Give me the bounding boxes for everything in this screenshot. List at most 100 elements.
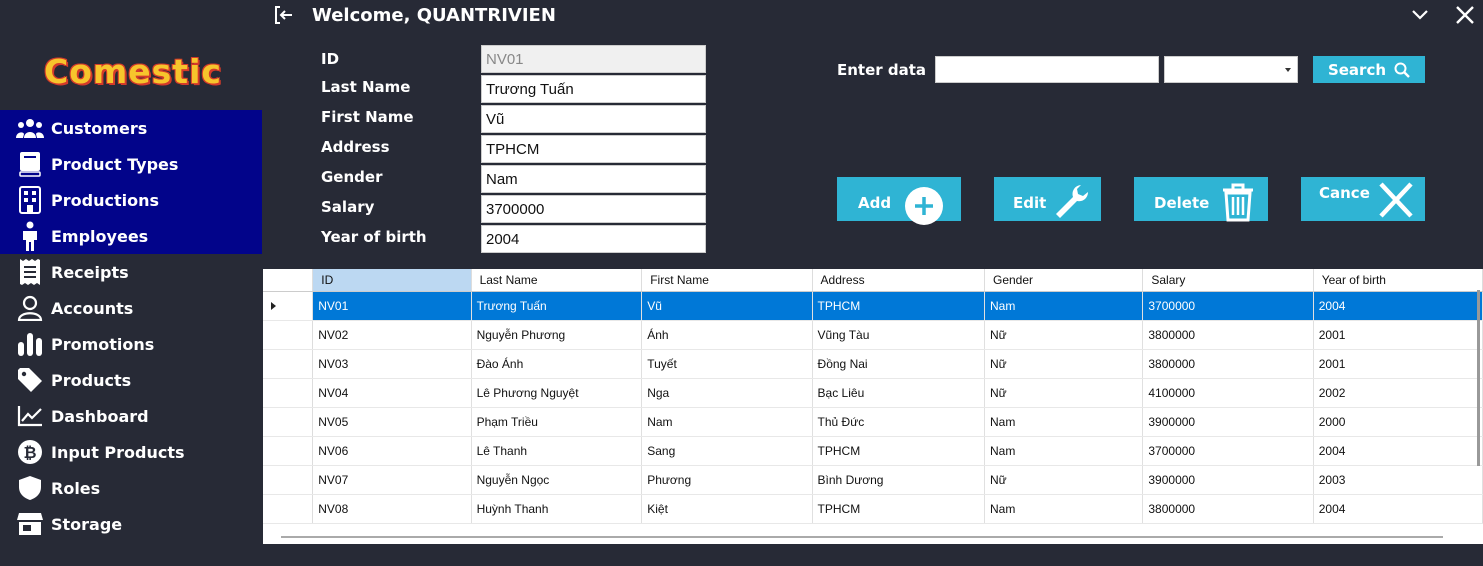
table-row[interactable]: NV02 Nguyễn Phương Ánh Vũng Tàu Nữ 38000… bbox=[263, 320, 1483, 350]
cell-last-name[interactable]: Trương Tuấn bbox=[471, 291, 643, 321]
sidebar-item-employees[interactable]: Employees bbox=[0, 218, 262, 254]
cell-id[interactable]: NV03 bbox=[312, 349, 472, 379]
row-header[interactable] bbox=[263, 494, 314, 524]
cell-id[interactable]: NV02 bbox=[312, 320, 472, 350]
cell-year-of-birth[interactable]: 2004 bbox=[1313, 291, 1483, 321]
column-header-id[interactable]: ID bbox=[312, 269, 472, 292]
edit-button[interactable]: Edit bbox=[994, 177, 1101, 221]
gender-field[interactable] bbox=[481, 165, 706, 193]
cell-id[interactable]: NV08 bbox=[312, 494, 472, 524]
last-name-field[interactable] bbox=[481, 75, 706, 103]
cell-address[interactable]: TPHCM bbox=[812, 494, 985, 524]
cell-id[interactable]: NV07 bbox=[312, 465, 472, 495]
column-header-year-of-birth[interactable]: Year of birth bbox=[1313, 269, 1483, 292]
sidebar-item-accounts[interactable]: Accounts bbox=[0, 290, 262, 326]
cell-first-name[interactable]: Sang bbox=[641, 436, 813, 466]
cell-first-name[interactable]: Nga bbox=[641, 378, 813, 408]
sidebar-item-product-types[interactable]: Product Types bbox=[0, 146, 262, 182]
cell-id[interactable]: NV04 bbox=[312, 378, 472, 408]
row-header[interactable] bbox=[263, 320, 314, 350]
cell-first-name[interactable]: Kiệt bbox=[641, 494, 813, 524]
table-row[interactable]: NV05 Phạm Triều Nam Thủ Đức Nam 3900000 … bbox=[263, 407, 1483, 437]
cell-address[interactable]: TPHCM bbox=[812, 436, 985, 466]
salary-field[interactable] bbox=[481, 195, 706, 223]
address-field[interactable] bbox=[481, 135, 706, 163]
cell-salary[interactable]: 3800000 bbox=[1142, 349, 1314, 379]
cell-gender[interactable]: Nữ bbox=[984, 349, 1144, 379]
cell-year-of-birth[interactable]: 2004 bbox=[1313, 436, 1483, 466]
cell-first-name[interactable]: Nam bbox=[641, 407, 813, 437]
cell-gender[interactable]: Nam bbox=[984, 494, 1144, 524]
cell-salary[interactable]: 3900000 bbox=[1142, 465, 1314, 495]
table-row[interactable]: NV04 Lê Phương Nguyệt Nga Bạc Liêu Nữ 41… bbox=[263, 378, 1483, 408]
minimize-chevron-icon[interactable] bbox=[1409, 4, 1431, 26]
cell-salary[interactable]: 3700000 bbox=[1142, 291, 1314, 321]
cell-id[interactable]: NV06 bbox=[312, 436, 472, 466]
id-field[interactable] bbox=[481, 45, 706, 73]
table-row[interactable]: NV06 Lê Thanh Sang TPHCM Nam 3700000 200… bbox=[263, 436, 1483, 466]
cell-last-name[interactable]: Nguyễn Phương bbox=[471, 320, 643, 350]
cell-address[interactable]: Bạc Liêu bbox=[812, 378, 985, 408]
cell-salary[interactable]: 3800000 bbox=[1142, 494, 1314, 524]
cell-salary[interactable]: 3700000 bbox=[1142, 436, 1314, 466]
cell-gender[interactable]: Nam bbox=[984, 291, 1144, 321]
table-row[interactable]: NV01 Trương Tuấn Vũ TPHCM Nam 3700000 20… bbox=[263, 291, 1483, 321]
cell-last-name[interactable]: Đào Ánh bbox=[471, 349, 643, 379]
search-input[interactable] bbox=[935, 56, 1159, 83]
logout-icon[interactable] bbox=[273, 4, 295, 26]
cell-gender[interactable]: Nữ bbox=[984, 320, 1144, 350]
sidebar-item-roles[interactable]: Roles bbox=[0, 470, 262, 506]
cancel-button[interactable]: Cance bbox=[1301, 177, 1425, 221]
cell-first-name[interactable]: Phương bbox=[641, 465, 813, 495]
column-header-gender[interactable]: Gender bbox=[984, 269, 1144, 292]
cell-year-of-birth[interactable]: 2004 bbox=[1313, 494, 1483, 524]
cell-address[interactable]: Vũng Tàu bbox=[812, 320, 985, 350]
row-header[interactable] bbox=[263, 349, 314, 379]
delete-button[interactable]: Delete bbox=[1134, 177, 1268, 222]
year-of-birth-field[interactable] bbox=[481, 225, 706, 253]
first-name-field[interactable] bbox=[481, 105, 706, 133]
cell-address[interactable]: Thủ Đức bbox=[812, 407, 985, 437]
row-header[interactable] bbox=[263, 407, 314, 437]
cell-id[interactable]: NV05 bbox=[312, 407, 472, 437]
cell-salary[interactable]: 3900000 bbox=[1142, 407, 1314, 437]
cell-last-name[interactable]: Phạm Triều bbox=[471, 407, 643, 437]
cell-gender[interactable]: Nam bbox=[984, 407, 1144, 437]
column-header-salary[interactable]: Salary bbox=[1142, 269, 1314, 292]
column-header-address[interactable]: Address bbox=[812, 269, 985, 292]
row-header[interactable] bbox=[263, 291, 314, 321]
sidebar-item-input-products[interactable]: ₿ Input Products bbox=[0, 434, 262, 470]
cell-year-of-birth[interactable]: 2000 bbox=[1313, 407, 1483, 437]
close-icon[interactable] bbox=[1454, 4, 1476, 26]
sidebar-item-products[interactable]: Products bbox=[0, 362, 262, 398]
sidebar-item-receipts[interactable]: Receipts bbox=[0, 254, 262, 290]
table-row[interactable]: NV03 Đào Ánh Tuyết Đồng Nai Nữ 3800000 2… bbox=[263, 349, 1483, 379]
cell-year-of-birth[interactable]: 2001 bbox=[1313, 320, 1483, 350]
cell-address[interactable]: Bình Dương bbox=[812, 465, 985, 495]
sidebar-item-dashboard[interactable]: Dashboard bbox=[0, 398, 262, 434]
table-row[interactable]: NV08 Huỳnh Thanh Kiệt TPHCM Nam 3800000 … bbox=[263, 494, 1483, 524]
cell-year-of-birth[interactable]: 2002 bbox=[1313, 378, 1483, 408]
cell-last-name[interactable]: Huỳnh Thanh bbox=[471, 494, 643, 524]
cell-last-name[interactable]: Lê Phương Nguyệt bbox=[471, 378, 643, 408]
cell-year-of-birth[interactable]: 2001 bbox=[1313, 349, 1483, 379]
column-header-last-name[interactable]: Last Name bbox=[471, 269, 643, 292]
cell-address[interactable]: Đồng Nai bbox=[812, 349, 985, 379]
cell-gender[interactable]: Nữ bbox=[984, 378, 1144, 408]
sidebar-item-promotions[interactable]: Promotions bbox=[0, 326, 262, 362]
cell-first-name[interactable]: Ánh bbox=[641, 320, 813, 350]
horizontal-scrollbar[interactable] bbox=[281, 536, 1443, 538]
cell-first-name[interactable]: Vũ bbox=[641, 291, 813, 321]
row-header[interactable] bbox=[263, 436, 314, 466]
cell-salary[interactable]: 3800000 bbox=[1142, 320, 1314, 350]
cell-salary[interactable]: 4100000 bbox=[1142, 378, 1314, 408]
cell-last-name[interactable]: Nguyễn Ngọc bbox=[471, 465, 643, 495]
cell-id[interactable]: NV01 bbox=[312, 291, 472, 321]
column-header-first-name[interactable]: First Name bbox=[641, 269, 813, 292]
sidebar-item-storage[interactable]: Storage bbox=[0, 506, 262, 542]
row-header[interactable] bbox=[263, 465, 314, 495]
cell-address[interactable]: TPHCM bbox=[812, 291, 985, 321]
cell-last-name[interactable]: Lê Thanh bbox=[471, 436, 643, 466]
sidebar-item-productions[interactable]: Productions bbox=[0, 182, 262, 218]
search-field-select[interactable] bbox=[1164, 56, 1298, 83]
